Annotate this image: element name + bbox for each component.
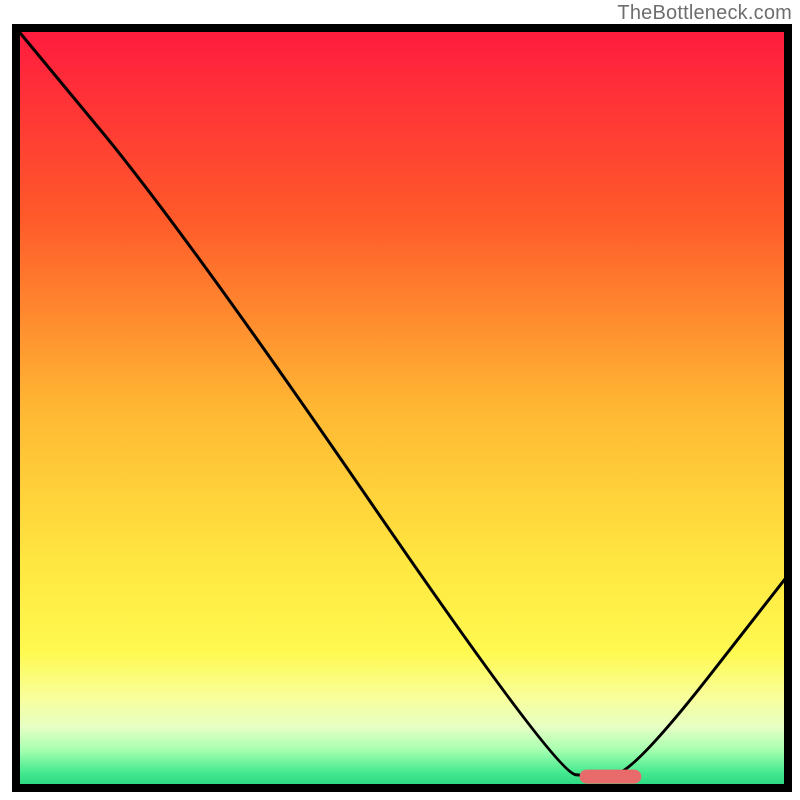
bottleneck-chart bbox=[0, 0, 800, 800]
watermark-text: TheBottleneck.com bbox=[617, 2, 792, 25]
chart-frame: TheBottleneck.com bbox=[0, 0, 800, 800]
optimum-marker bbox=[580, 770, 642, 784]
